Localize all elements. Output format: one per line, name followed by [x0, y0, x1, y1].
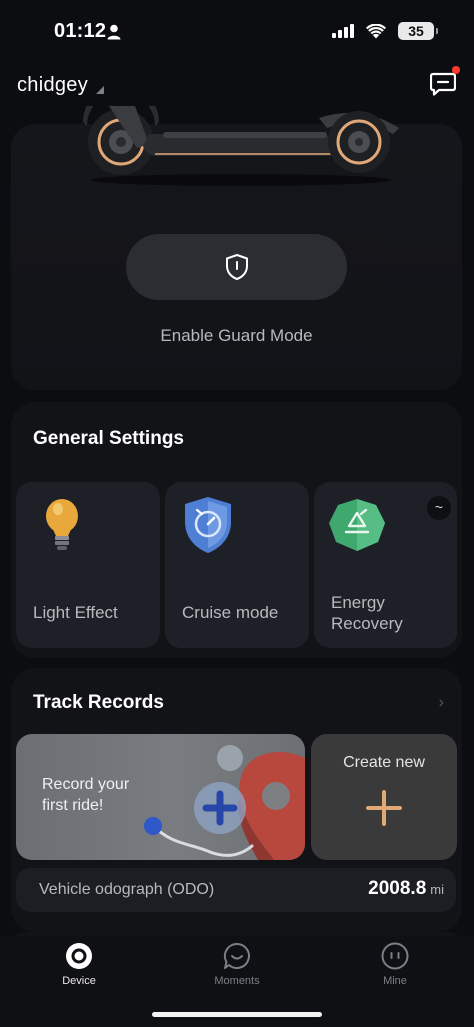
person-icon — [107, 24, 121, 40]
status-bar: 01:12 35 — [0, 0, 474, 62]
recycle-icon — [329, 499, 385, 551]
energy-recovery-label: Energy Recovery — [331, 592, 403, 634]
guard-mode-label: Enable Guard Mode — [160, 326, 313, 345]
create-new-label: Create new — [343, 754, 425, 771]
message-icon — [429, 72, 457, 96]
app-header: chidgey — [0, 62, 474, 110]
track-records-section: Track Records › Record your first ride! … — [11, 668, 462, 932]
track-records-title: Track Records — [33, 692, 164, 713]
tab-device[interactable]: Device — [14, 936, 144, 996]
energy-recovery-tile[interactable]: ~ Energy Recovery — [314, 482, 457, 648]
record-first-ride-banner[interactable]: Record your first ride! — [16, 734, 305, 860]
odometer-value: 2008.8 — [368, 878, 427, 899]
status-time: 01:12 — [54, 20, 107, 42]
face-icon — [381, 942, 409, 970]
tab-device-label: Device — [62, 975, 96, 987]
odometer-row: Vehicle odograph (ODO) 2008.8 mi — [16, 868, 456, 912]
light-effect-tile[interactable]: Light Effect — [16, 482, 160, 648]
energy-recovery-label-line1: Energy — [331, 593, 385, 612]
device-name-selector[interactable]: chidgey — [17, 74, 88, 97]
chevron-right-icon[interactable]: › — [439, 694, 444, 712]
device-dropdown-caret-icon[interactable] — [96, 86, 104, 94]
guard-mode-button[interactable] — [126, 234, 347, 300]
odometer-value-group: 2008.8 mi — [368, 878, 444, 900]
scooter-image — [83, 106, 399, 186]
odometer-label: Vehicle odograph (ODO) — [39, 881, 215, 898]
device-icon — [66, 943, 92, 969]
plus-icon — [366, 790, 402, 826]
tab-moments[interactable]: Moments — [172, 936, 302, 996]
tab-moments-label: Moments — [214, 975, 260, 987]
odometer-unit: mi — [430, 882, 444, 897]
tab-mine-label: Mine — [383, 975, 407, 987]
cruise-shield-icon — [185, 497, 231, 553]
wifi-icon — [366, 23, 386, 38]
notification-dot — [452, 66, 460, 74]
general-settings-section: General Settings Light Effect Cruise mod… — [11, 402, 462, 658]
cellular-signal-icon — [332, 24, 354, 38]
cruise-mode-label: Cruise mode — [182, 603, 279, 622]
message-button[interactable] — [429, 66, 460, 96]
lightbulb-icon — [46, 499, 78, 550]
create-new-track-button[interactable]: Create new — [311, 734, 457, 860]
shield-icon — [225, 254, 248, 280]
tab-mine[interactable]: Mine — [330, 936, 460, 996]
general-settings-title: General Settings — [33, 428, 184, 449]
info-badge[interactable]: ~ — [427, 496, 451, 520]
light-effect-label: Light Effect — [33, 603, 118, 622]
home-indicator[interactable] — [152, 1012, 322, 1017]
energy-recovery-label-line2: Recovery — [331, 614, 403, 633]
scooter-card: Enable Guard Mode — [11, 106, 462, 390]
route-illustration-icon — [144, 745, 305, 860]
battery-icon: 35 — [398, 22, 438, 40]
cruise-mode-tile[interactable]: Cruise mode — [165, 482, 309, 648]
chat-bubble-icon — [223, 942, 250, 969]
